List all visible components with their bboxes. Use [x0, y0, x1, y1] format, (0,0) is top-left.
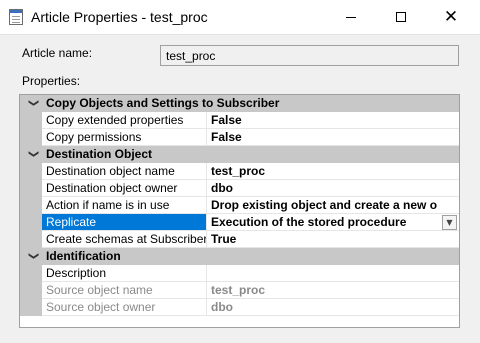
article-name-label: Article name: — [22, 46, 93, 60]
property-value[interactable]: Drop existing object and create a new o — [207, 197, 459, 214]
property-value[interactable]: False — [207, 129, 459, 146]
category-label: Destination Object — [46, 147, 153, 161]
property-row[interactable]: Destination object owner dbo — [20, 180, 459, 197]
category-label: Identification — [46, 249, 121, 263]
property-row[interactable]: Create schemas at Subscriber True — [20, 231, 459, 248]
window-title: Article Properties - test_proc — [31, 9, 208, 25]
properties-label: Properties: — [22, 74, 81, 88]
property-value[interactable]: dbo — [207, 180, 459, 197]
property-name: Copy permissions — [42, 129, 207, 146]
replicate-dropdown[interactable]: Execution of the stored procedure ▼ — [207, 214, 459, 231]
property-row[interactable]: Copy permissions False — [20, 129, 459, 146]
property-row[interactable]: Source object owner dbo — [20, 299, 459, 316]
property-row[interactable]: Destination object name test_proc — [20, 163, 459, 180]
property-value: dbo — [207, 299, 459, 316]
property-value[interactable] — [207, 265, 459, 282]
property-name: Action if name is in use — [42, 197, 207, 214]
property-name: Description — [42, 265, 207, 282]
property-value[interactable]: True — [207, 231, 459, 248]
property-value: test_proc — [207, 282, 459, 299]
close-icon: ✕ — [443, 6, 459, 27]
property-row[interactable]: Source object name test_proc — [20, 282, 459, 299]
property-row[interactable]: Copy extended properties False — [20, 112, 459, 129]
chevron-down-icon[interactable]: ▼ — [442, 215, 457, 230]
property-name: Create schemas at Subscriber — [42, 231, 207, 248]
property-value[interactable]: test_proc — [207, 163, 459, 180]
property-name: Replicate — [42, 214, 207, 231]
collapse-chevron-icon[interactable]: ❯ — [26, 148, 40, 160]
minimize-icon — [346, 16, 356, 18]
property-name: Copy extended properties — [42, 112, 207, 129]
category-identification[interactable]: ❯ Identification — [20, 248, 459, 265]
properties-window-icon — [9, 9, 23, 25]
property-grid[interactable]: ❯ Copy Objects and Settings to Subscribe… — [19, 94, 460, 328]
collapse-chevron-icon[interactable]: ❯ — [26, 97, 40, 109]
maximize-icon — [396, 12, 406, 22]
article-name-field[interactable]: test_proc — [160, 45, 459, 66]
property-row[interactable]: Action if name is in use Drop existing o… — [20, 197, 459, 214]
property-name: Destination object name — [42, 163, 207, 180]
property-row[interactable]: Description — [20, 265, 459, 282]
collapse-chevron-icon[interactable]: ❯ — [26, 250, 40, 262]
property-row-selected[interactable]: Replicate Execution of the stored proced… — [20, 214, 459, 231]
minimize-button[interactable] — [328, 0, 374, 34]
title-bar[interactable]: Article Properties - test_proc ✕ — [0, 0, 480, 34]
maximize-button[interactable] — [378, 0, 424, 34]
category-copy-objects[interactable]: ❯ Copy Objects and Settings to Subscribe… — [20, 95, 459, 112]
property-name: Source object name — [42, 282, 207, 299]
category-label: Copy Objects and Settings to Subscriber — [46, 96, 280, 110]
close-button[interactable]: ✕ — [428, 0, 474, 34]
property-name: Destination object owner — [42, 180, 207, 197]
property-value: Execution of the stored procedure — [211, 215, 407, 229]
category-destination-object[interactable]: ❯ Destination Object — [20, 146, 459, 163]
property-value[interactable]: False — [207, 112, 459, 129]
property-name: Source object owner — [42, 299, 207, 316]
